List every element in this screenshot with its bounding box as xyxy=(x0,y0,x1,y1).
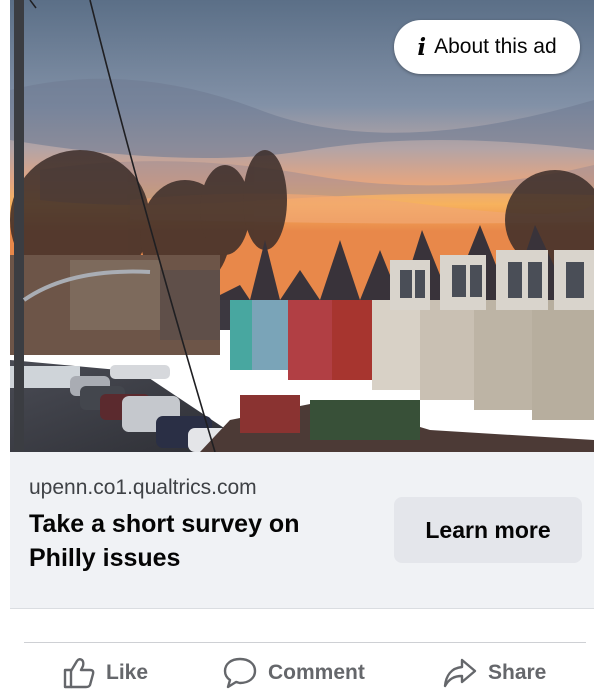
ad-link-footer[interactable]: upenn.co1.qualtrics.com Take a short sur… xyxy=(10,452,594,609)
like-label: Like xyxy=(106,661,149,684)
share-arrow-icon xyxy=(442,657,478,689)
comment-label: Comment xyxy=(268,661,365,684)
learn-more-button[interactable]: Learn more xyxy=(394,497,582,563)
info-icon: i xyxy=(417,33,427,61)
share-button[interactable]: Share xyxy=(442,650,546,696)
ad-image[interactable]: i About this ad xyxy=(10,0,594,452)
speech-bubble-icon xyxy=(222,656,258,690)
ad-description xyxy=(29,566,349,576)
post-actions-bar: Like Comment Share xyxy=(0,650,594,696)
share-label: Share xyxy=(488,661,547,684)
reactions-divider xyxy=(24,642,586,643)
like-button[interactable]: Like xyxy=(62,650,148,696)
about-this-ad-label: About this ad xyxy=(434,35,557,58)
about-this-ad-button[interactable]: i About this ad xyxy=(394,20,580,74)
ad-headline: Take a short survey on Philly issues xyxy=(29,510,300,572)
comment-button[interactable]: Comment xyxy=(222,650,365,696)
sponsored-ad-card: i About this ad upenn.co1.qualtrics.com … xyxy=(10,0,594,609)
ad-domain: upenn.co1.qualtrics.com xyxy=(29,476,257,499)
thumbs-up-icon xyxy=(62,657,96,689)
